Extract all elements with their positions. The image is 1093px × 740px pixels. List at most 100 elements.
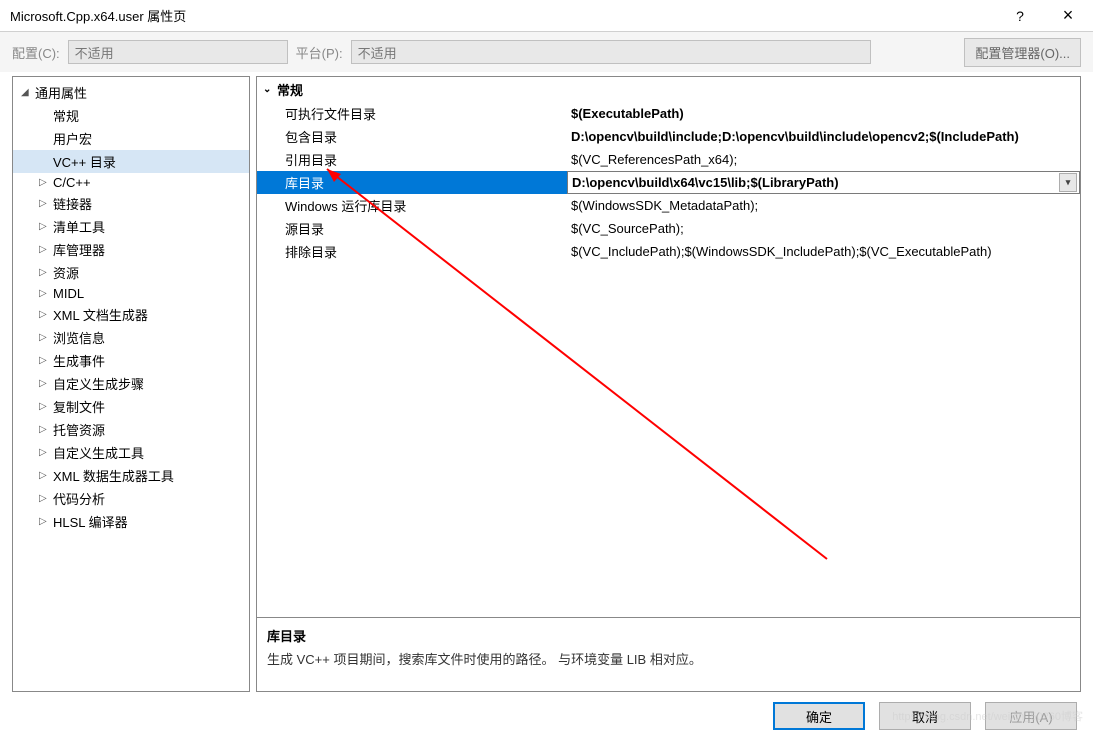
prop-value[interactable]: $(VC_ReferencesPath_x64); [567,152,1080,167]
toolbar: 配置(C): 不适用 平台(P): 不适用 配置管理器(O)... [0,32,1093,72]
help-button[interactable]: ? [1005,8,1035,24]
tree-panel[interactable]: ◢ 通用属性 常规用户宏VC++ 目录▷C/C++▷链接器▷清单工具▷库管理器▷… [12,76,250,692]
prop-label: 引用目录 [257,150,567,169]
tree-item[interactable]: ▷复制文件 [13,395,249,418]
prop-value[interactable]: $(VC_IncludePath);$(WindowsSDK_IncludePa… [567,244,1080,259]
tree-item[interactable]: ▷C/C++ [13,173,249,192]
tree-item[interactable]: ▷代码分析 [13,487,249,510]
config-combo[interactable]: 不适用 [68,40,288,64]
expand-icon[interactable]: ▷ [39,177,53,188]
tree-item[interactable]: ▷资源 [13,261,249,284]
prop-row[interactable]: 排除目录$(VC_IncludePath);$(WindowsSDK_Inclu… [257,240,1080,263]
expand-icon[interactable]: ▷ [39,198,53,209]
tree-item[interactable]: VC++ 目录 [13,150,249,173]
expand-icon[interactable]: ▷ [39,401,53,412]
expand-icon[interactable]: ▷ [39,447,53,458]
tree-item[interactable]: ▷自定义生成步骤 [13,372,249,395]
property-grid[interactable]: ⌄ 常规 可执行文件目录$(ExecutablePath)包含目录D:\open… [257,77,1080,617]
expand-icon[interactable]: ▷ [39,309,53,320]
ok-button[interactable]: 确定 [773,702,865,730]
prop-label: 源目录 [257,219,567,238]
tree-item-label: MIDL [53,286,84,301]
tree-item[interactable]: ▷HLSL 编译器 [13,510,249,533]
tree-item-label: 托管资源 [53,420,105,439]
right-panel: ⌄ 常规 可执行文件目录$(ExecutablePath)包含目录D:\open… [256,76,1081,692]
desc-text: 生成 VC++ 项目期间，搜索库文件时使用的路径。 与环境变量 LIB 相对应。 [267,649,1070,668]
tree-item-label: 代码分析 [53,489,105,508]
tree-item-label: 自定义生成步骤 [53,374,144,393]
tree-item-label: XML 文档生成器 [53,305,148,324]
tree-item[interactable]: ▷生成事件 [13,349,249,372]
main-area: ◢ 通用属性 常规用户宏VC++ 目录▷C/C++▷链接器▷清单工具▷库管理器▷… [0,72,1093,692]
expand-icon[interactable]: ▷ [39,378,53,389]
expand-icon[interactable]: ▷ [39,424,53,435]
tree-item[interactable]: ▷MIDL [13,284,249,303]
config-label: 配置(C): [12,43,60,62]
prop-row[interactable]: Windows 运行库目录$(WindowsSDK_MetadataPath); [257,194,1080,217]
prop-label: 排除目录 [257,242,567,261]
prop-value[interactable]: D:\opencv\build\x64\vc15\lib;$(LibraryPa… [567,171,1080,194]
expand-icon[interactable]: ▷ [39,493,53,504]
prop-value[interactable]: $(ExecutablePath) [567,106,1080,121]
expand-icon[interactable]: ▷ [39,244,53,255]
prop-section-header[interactable]: ⌄ 常规 [257,77,1080,102]
tree-item[interactable]: ▷库管理器 [13,238,249,261]
collapse-icon[interactable]: ◢ [21,87,35,98]
watermark: https://blog.csdn.net/weixin_50260博客 [892,708,1083,724]
prop-row[interactable]: 包含目录D:\opencv\build\include;D:\opencv\bu… [257,125,1080,148]
prop-value[interactable]: D:\opencv\build\include;D:\opencv\build\… [567,129,1080,144]
expand-icon[interactable]: ▷ [39,516,53,527]
tree-item-label: 清单工具 [53,217,105,236]
expand-icon[interactable]: ▷ [39,288,53,299]
prop-label: 包含目录 [257,127,567,146]
close-button[interactable]: × [1053,5,1083,26]
tree-item[interactable]: ▷XML 文档生成器 [13,303,249,326]
prop-value[interactable]: $(WindowsSDK_MetadataPath); [567,198,1080,213]
expand-icon[interactable]: ▷ [39,221,53,232]
tree-item[interactable]: ▷自定义生成工具 [13,441,249,464]
window-title: Microsoft.Cpp.x64.user 属性页 [10,6,186,25]
tree-item-label: 复制文件 [53,397,105,416]
platform-combo[interactable]: 不适用 [351,40,871,64]
tree-item[interactable]: 用户宏 [13,127,249,150]
tree-item-label: VC++ 目录 [53,152,116,171]
tree-item[interactable]: ▷托管资源 [13,418,249,441]
prop-value[interactable]: $(VC_SourcePath); [567,221,1080,236]
window-controls: ? × [1005,5,1083,26]
expand-icon[interactable]: ▷ [39,355,53,366]
tree-item[interactable]: ▷清单工具 [13,215,249,238]
tree-root[interactable]: ◢ 通用属性 [13,81,249,104]
prop-row[interactable]: 引用目录$(VC_ReferencesPath_x64); [257,148,1080,171]
tree-item-label: 用户宏 [53,129,92,148]
tree-item-label: 链接器 [53,194,92,213]
tree-item[interactable]: 常规 [13,104,249,127]
prop-label: 可执行文件目录 [257,104,567,123]
tree-item-label: 自定义生成工具 [53,443,144,462]
prop-label: 库目录 [257,173,567,192]
prop-label: Windows 运行库目录 [257,196,567,215]
prop-row[interactable]: 可执行文件目录$(ExecutablePath) [257,102,1080,125]
expand-icon[interactable]: ▷ [39,267,53,278]
platform-label: 平台(P): [296,43,343,62]
expand-icon[interactable]: ▷ [39,470,53,481]
chevron-down-icon[interactable]: ▾ [1059,173,1077,192]
config-manager-button[interactable]: 配置管理器(O)... [964,38,1081,67]
expand-icon[interactable]: ▷ [39,332,53,343]
tree-item-label: 常规 [53,106,79,125]
tree-item-label: 浏览信息 [53,328,105,347]
prop-row[interactable]: 库目录D:\opencv\build\x64\vc15\lib;$(Librar… [257,171,1080,194]
tree-item-label: XML 数据生成器工具 [53,466,174,485]
description-panel: 库目录 生成 VC++ 项目期间，搜索库文件时使用的路径。 与环境变量 LIB … [257,617,1080,691]
tree-item-label: 资源 [53,263,79,282]
prop-row[interactable]: 源目录$(VC_SourcePath); [257,217,1080,240]
tree-item[interactable]: ▷链接器 [13,192,249,215]
tree-item[interactable]: ▷XML 数据生成器工具 [13,464,249,487]
tree-item-label: HLSL 编译器 [53,512,128,531]
tree-item[interactable]: ▷浏览信息 [13,326,249,349]
tree-item-label: C/C++ [53,175,91,190]
tree-root-label: 通用属性 [35,83,87,102]
title-bar: Microsoft.Cpp.x64.user 属性页 ? × [0,0,1093,32]
tree-item-label: 生成事件 [53,351,105,370]
expand-icon[interactable]: ⌄ [263,84,277,95]
section-label: 常规 [277,80,303,99]
